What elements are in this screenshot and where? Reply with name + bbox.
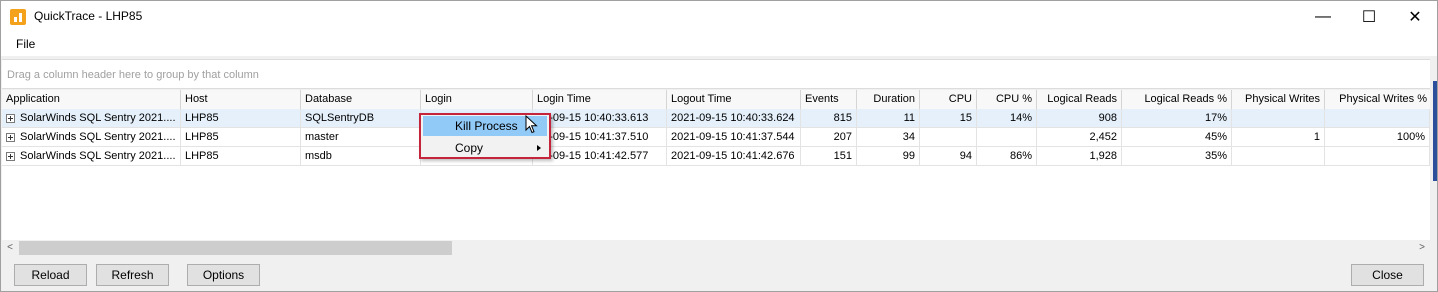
cell-duration: 99 — [857, 147, 920, 166]
cell-logical-reads-pct: 17% — [1122, 109, 1232, 128]
cell-database: master — [301, 128, 421, 147]
menu-bar: File — [1, 32, 1437, 56]
cell-logical-reads-pct: 35% — [1122, 147, 1232, 166]
column-header-physical-writes-pct[interactable]: Physical Writes % — [1325, 90, 1430, 110]
cell-cpu — [920, 128, 977, 147]
column-header-host[interactable]: Host — [181, 90, 301, 110]
cell-events: 151 — [801, 147, 857, 166]
column-header-logout-time[interactable]: Logout Time — [667, 90, 801, 110]
horizontal-scrollbar[interactable]: < > — [2, 240, 1430, 256]
column-header-logical-reads-pct[interactable]: Logical Reads % — [1122, 90, 1232, 110]
cell-host: LHP85 — [181, 147, 301, 166]
cell-cpu-pct: 86% — [977, 147, 1037, 166]
column-header-application[interactable]: Application — [2, 90, 181, 110]
cell-logical-reads: 908 — [1037, 109, 1122, 128]
close-window-button[interactable]: ✕ — [1392, 1, 1438, 32]
cell-physical-writes — [1232, 109, 1325, 128]
scroll-thumb[interactable] — [19, 241, 452, 255]
cell-application: SolarWinds SQL Sentry 2021.... — [2, 147, 181, 166]
cell-physical-writes-pct — [1325, 109, 1430, 128]
column-header-logical-reads[interactable]: Logical Reads — [1037, 90, 1122, 110]
cell-cpu-pct — [977, 128, 1037, 147]
column-header-cpu-pct[interactable]: CPU % — [977, 90, 1037, 110]
column-header-login[interactable]: Login — [421, 90, 533, 110]
close-button[interactable]: Close — [1351, 264, 1424, 286]
options-button[interactable]: Options — [187, 264, 260, 286]
scroll-right-icon[interactable]: > — [1414, 240, 1430, 256]
menu-item-copy-label: Copy — [455, 141, 484, 155]
cell-events: 207 — [801, 128, 857, 147]
expand-row-icon[interactable] — [6, 152, 15, 161]
reload-button[interactable]: Reload — [14, 264, 87, 286]
cell-login-time: 21-09-15 10:41:37.510 — [533, 128, 667, 147]
cell-host: LHP85 — [181, 109, 301, 128]
column-header-cpu[interactable]: CPU — [920, 90, 977, 110]
column-header-events[interactable]: Events — [801, 90, 857, 110]
group-by-panel[interactable]: Drag a column header here to group by th… — [2, 59, 1430, 89]
cell-logical-reads: 1,928 — [1037, 147, 1122, 166]
maximize-button[interactable]: ☐ — [1346, 1, 1392, 32]
cell-physical-writes-pct — [1325, 147, 1430, 166]
table-row[interactable]: SolarWinds SQL Sentry 2021.... LHP85 msd… — [2, 147, 1430, 166]
expand-row-icon[interactable] — [6, 133, 15, 142]
quicktrace-window: QuickTrace - LHP85 — ☐ ✕ File Drag a col… — [0, 0, 1438, 292]
cell-database: SQLSentryDB — [301, 109, 421, 128]
column-header-physical-writes[interactable]: Physical Writes — [1232, 90, 1325, 110]
menu-file[interactable]: File — [16, 37, 35, 51]
cell-cpu: 94 — [920, 147, 977, 166]
cell-application: SolarWinds SQL Sentry 2021.... — [2, 109, 181, 128]
cell-logical-reads-pct: 45% — [1122, 128, 1232, 147]
table-row[interactable]: SolarWinds SQL Sentry 2021.... LHP85 SQL… — [2, 109, 1430, 128]
cell-login-time: 21-09-15 10:41:42.577 — [533, 147, 667, 166]
cell-cpu: 15 — [920, 109, 977, 128]
column-header-duration[interactable]: Duration — [857, 90, 920, 110]
cell-login-time: 21-09-15 10:40:33.613 — [533, 109, 667, 128]
cell-host: LHP85 — [181, 128, 301, 147]
cell-physical-writes: 1 — [1232, 128, 1325, 147]
window-title: QuickTrace - LHP85 — [34, 9, 143, 23]
minimize-button[interactable]: — — [1300, 1, 1346, 32]
refresh-button[interactable]: Refresh — [96, 264, 169, 286]
menu-item-copy[interactable]: Copy — [423, 138, 547, 158]
expand-row-icon[interactable] — [6, 114, 15, 123]
cell-duration: 11 — [857, 109, 920, 128]
cell-physical-writes-pct: 100% — [1325, 128, 1430, 147]
cell-application: SolarWinds SQL Sentry 2021.... — [2, 128, 181, 147]
cell-logout-time: 2021-09-15 10:41:42.676 — [667, 147, 801, 166]
cell-logout-time: 2021-09-15 10:41:37.544 — [667, 128, 801, 147]
column-header-database[interactable]: Database — [301, 90, 421, 110]
mouse-pointer-icon — [525, 115, 538, 134]
cell-events: 815 — [801, 109, 857, 128]
side-accent-strip — [1433, 81, 1437, 181]
cell-database: msdb — [301, 147, 421, 166]
app-chart-icon — [10, 9, 26, 25]
cell-logical-reads: 2,452 — [1037, 128, 1122, 147]
trace-grid: Application Host Database Login Login Ti… — [2, 90, 1430, 240]
cell-duration: 34 — [857, 128, 920, 147]
submenu-arrow-icon — [537, 145, 541, 151]
cell-logout-time: 2021-09-15 10:40:33.624 — [667, 109, 801, 128]
cell-physical-writes — [1232, 147, 1325, 166]
cell-cpu-pct: 14% — [977, 109, 1037, 128]
scroll-left-icon[interactable]: < — [2, 240, 18, 256]
table-row[interactable]: SolarWinds SQL Sentry 2021.... LHP85 mas… — [2, 128, 1430, 147]
column-header-login-time[interactable]: Login Time — [533, 90, 667, 110]
title-bar: QuickTrace - LHP85 — ☐ ✕ — [1, 1, 1437, 32]
group-by-hint: Drag a column header here to group by th… — [7, 69, 259, 81]
